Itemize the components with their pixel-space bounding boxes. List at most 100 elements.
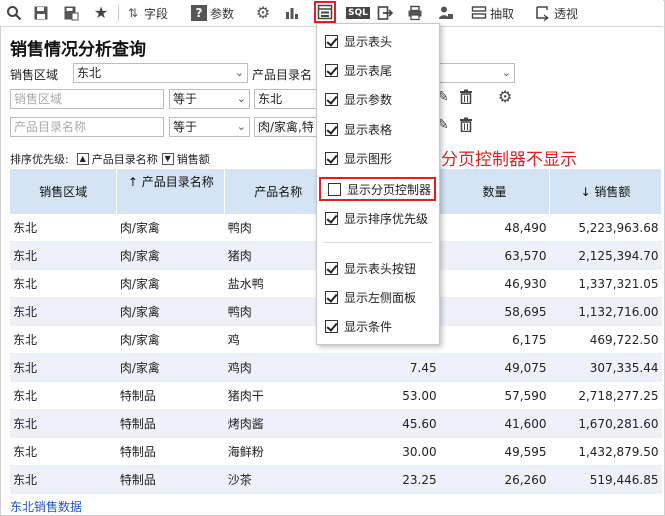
menu-item[interactable]: 显示表头 bbox=[317, 30, 439, 52]
sort-chip-category[interactable]: ▲ 产品目录名称 bbox=[76, 151, 158, 167]
column-header[interactable]: 数量 bbox=[439, 169, 550, 214]
param-button[interactable]: ? 参数 bbox=[191, 3, 234, 23]
table-cell: 东北 bbox=[10, 325, 117, 354]
category-select[interactable]: ⌄ bbox=[440, 63, 515, 83]
checkbox-checked-icon[interactable] bbox=[325, 211, 338, 225]
checkbox-checked-icon[interactable] bbox=[325, 151, 338, 165]
column-header[interactable]: 销售区域 bbox=[10, 169, 118, 214]
table-cell: 46,930 bbox=[439, 269, 550, 298]
menu-item[interactable]: 显示条件 bbox=[317, 315, 439, 337]
table-cell: 鸡肉 bbox=[224, 353, 332, 382]
menu-item[interactable]: 显示表尾 bbox=[317, 59, 439, 81]
search-button[interactable] bbox=[6, 3, 22, 23]
field-label: 字段 bbox=[144, 6, 169, 21]
menu-item-label: 显示表头按钮 bbox=[344, 261, 417, 276]
checkbox-checked-icon[interactable] bbox=[325, 122, 338, 136]
gear-icon[interactable]: ⚙ bbox=[498, 87, 512, 106]
table-cell: 特制品 bbox=[116, 381, 225, 410]
menu-item-label: 显示左侧面板 bbox=[344, 290, 417, 305]
display-options-menu: 显示表头显示表尾显示参数显示表格显示图形显示分页控制器显示排序优先级 显示表头按钮… bbox=[316, 23, 440, 345]
condition-operator-select-1[interactable]: 等于 ⌄ bbox=[169, 89, 250, 109]
table-cell: 猪肉干 bbox=[224, 381, 332, 410]
table-cell: 49,595 bbox=[439, 437, 550, 466]
condition-field-input-1[interactable]: 销售区域 bbox=[10, 89, 164, 109]
field-button[interactable]: ⇅ 字段 bbox=[125, 3, 168, 23]
table-cell: 肉/家禽 bbox=[116, 297, 225, 326]
sql-button[interactable]: SQL bbox=[346, 3, 370, 23]
menu-item[interactable]: 显示图形 bbox=[317, 147, 439, 169]
table-cell: 肉/家禽 bbox=[116, 241, 225, 270]
table-cell: 肉/家禽 bbox=[116, 214, 225, 242]
favorite-button[interactable]: ★ bbox=[93, 3, 109, 23]
chevron-down-icon: ⌄ bbox=[236, 92, 246, 105]
user-permission-button[interactable] bbox=[438, 3, 454, 23]
table-cell: 49,075 bbox=[439, 353, 550, 382]
checkbox-checked-icon[interactable] bbox=[325, 92, 338, 106]
search-icon bbox=[6, 5, 22, 21]
operator-value: 等于 bbox=[173, 92, 198, 106]
table-row[interactable]: 东北 特制品 烤肉酱 45.60 41,600 1,670,281.60 bbox=[10, 409, 662, 438]
condition-operator-select-2[interactable]: 等于 ⌄ bbox=[169, 117, 250, 137]
checkbox-checked-icon[interactable] bbox=[325, 290, 338, 304]
table-row[interactable]: 东北 特制品 沙茶 23.25 26,260 519,446.85 bbox=[10, 465, 662, 494]
table-cell: 特制品 bbox=[116, 437, 225, 466]
table-row[interactable]: 东北 肉/家禽 鸡肉 7.45 49,075 307,335.44 bbox=[10, 353, 662, 382]
region-select[interactable]: 东北 ⌄ bbox=[73, 63, 248, 83]
annotation-text: 分页控制器不显示 bbox=[441, 150, 577, 170]
category-label: 产品目录名 bbox=[252, 68, 313, 82]
table-row[interactable]: 东北 特制品 海鲜粉 30.00 49,595 1,432,879.50 bbox=[10, 437, 662, 466]
menu-item[interactable]: 显示表头按钮 bbox=[317, 257, 439, 279]
sql-icon: SQL bbox=[346, 7, 370, 19]
export-button[interactable] bbox=[377, 3, 393, 23]
printer-icon bbox=[407, 5, 423, 21]
save-button[interactable] bbox=[33, 3, 49, 23]
table-cell: 特制品 bbox=[116, 465, 225, 494]
display-options-button[interactable] bbox=[314, 1, 336, 23]
table-cell: 东北 bbox=[10, 353, 117, 382]
table-cell: 1,132,716.00 bbox=[549, 297, 662, 326]
checkbox-checked-icon[interactable] bbox=[325, 261, 338, 275]
table-cell: 63,570 bbox=[439, 241, 550, 270]
menu-item-label: 显示参数 bbox=[344, 92, 393, 107]
print-button[interactable] bbox=[407, 3, 423, 23]
menu-item[interactable]: 显示参数 bbox=[317, 88, 439, 110]
menu-item[interactable]: 显示排序优先级 bbox=[317, 207, 439, 229]
delete-icon[interactable] bbox=[459, 117, 473, 136]
menu-item-label: 显示排序优先级 bbox=[344, 211, 429, 226]
table-cell: 45.60 bbox=[331, 409, 440, 438]
save-as-button[interactable] bbox=[63, 3, 79, 23]
condition-field-input-2[interactable]: 产品目录名称 bbox=[10, 117, 164, 137]
table-cell: 东北 bbox=[10, 437, 117, 466]
region-select-value: 东北 bbox=[77, 66, 102, 80]
pivot-button[interactable]: 透视 bbox=[535, 3, 578, 23]
table-cell: 469,722.50 bbox=[549, 325, 662, 354]
table-cell: 1,670,281.60 bbox=[549, 409, 662, 438]
menu-item[interactable]: 显示分页控制器 bbox=[319, 177, 436, 201]
sort-chip-label: 产品目录名称 bbox=[91, 153, 158, 166]
chart-button[interactable] bbox=[284, 3, 300, 23]
param-label: 参数 bbox=[210, 6, 235, 21]
condition-value-input-2[interactable]: 肉/家禽,特 bbox=[254, 117, 316, 137]
footer-link[interactable]: 东北销售数据 bbox=[10, 498, 82, 515]
table-cell: 肉/家禽 bbox=[116, 353, 225, 382]
settings-button[interactable]: ⚙ bbox=[255, 3, 271, 23]
table-cell: 东北 bbox=[10, 297, 117, 326]
checkbox-checked-icon[interactable] bbox=[325, 319, 338, 333]
chevron-down-icon: ⌄ bbox=[501, 66, 511, 79]
menu-item[interactable]: 显示左侧面板 bbox=[317, 286, 439, 308]
menu-item[interactable]: 显示表格 bbox=[317, 118, 439, 140]
condition-value-input-1[interactable]: 东北 bbox=[254, 89, 316, 109]
table-cell: 48,490 bbox=[439, 214, 550, 242]
table-cell: 30.00 bbox=[331, 437, 440, 466]
column-header[interactable]: ↑ 产品目录名称 bbox=[116, 169, 226, 214]
table-row[interactable]: 东北 特制品 猪肉干 53.00 57,590 2,718,277.25 bbox=[10, 381, 662, 410]
table-cell: 2,125,394.70 bbox=[549, 241, 662, 270]
checkbox-unchecked-icon[interactable] bbox=[328, 182, 341, 196]
extract-button[interactable]: 抽取 bbox=[471, 3, 514, 23]
column-header[interactable]: ↓ 销售额 bbox=[549, 169, 662, 214]
sort-chip-sales[interactable]: ▼ 销售额 bbox=[161, 151, 210, 167]
checkbox-checked-icon[interactable] bbox=[325, 34, 338, 48]
table-cell: 5,223,963.68 bbox=[549, 214, 662, 242]
checkbox-checked-icon[interactable] bbox=[325, 63, 338, 77]
delete-icon[interactable] bbox=[459, 89, 473, 108]
